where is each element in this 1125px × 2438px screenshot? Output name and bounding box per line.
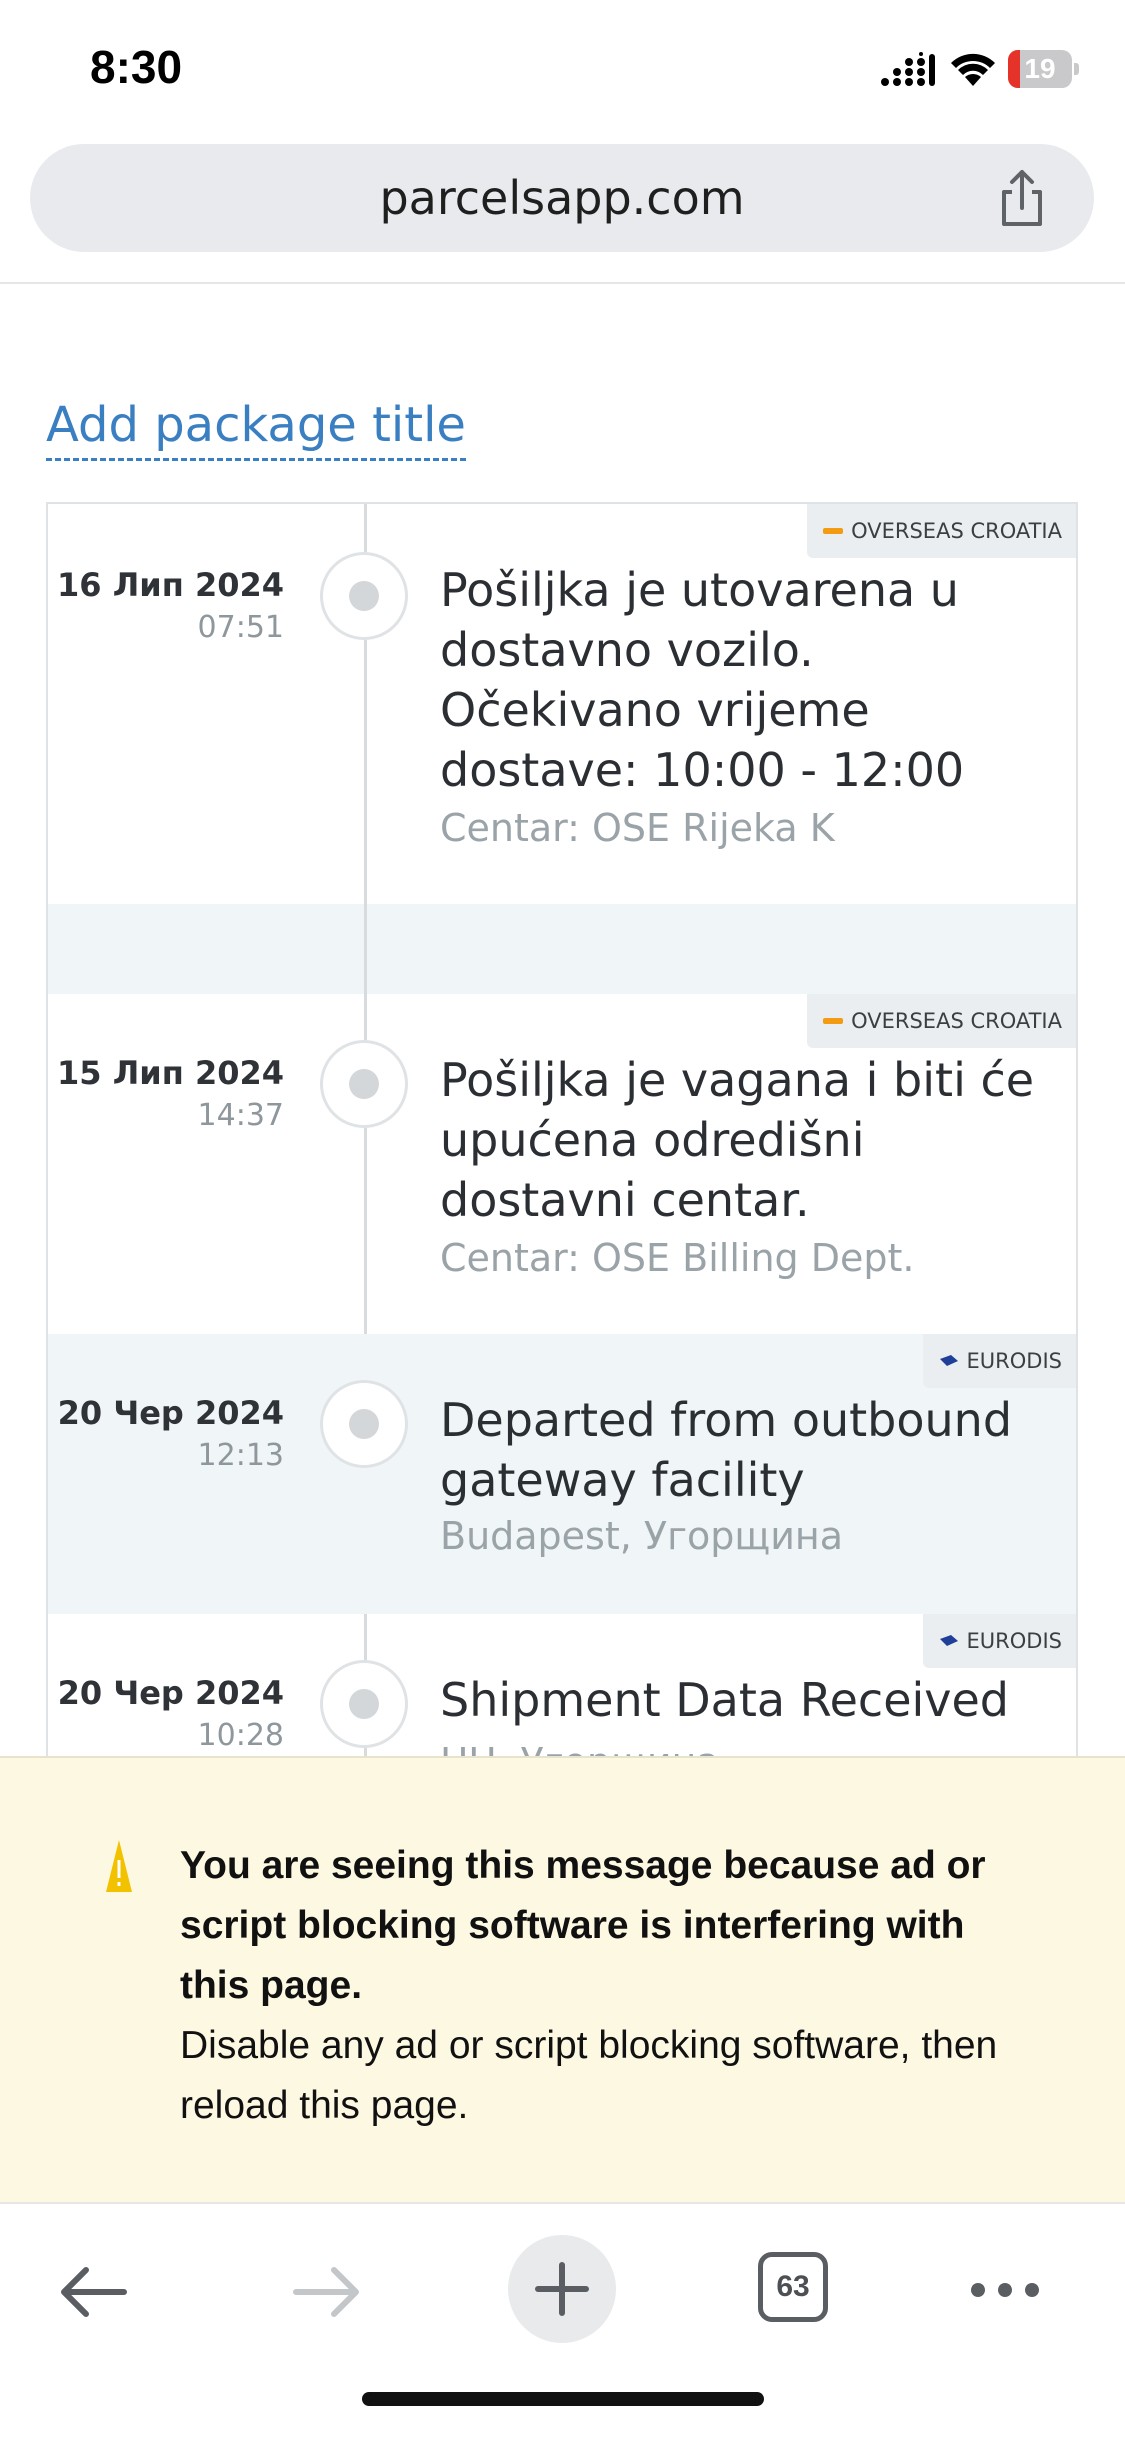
event-date: 20 Чер 2024 xyxy=(57,1394,284,1432)
overseas-logo-icon xyxy=(823,528,844,534)
carrier-badge: OVERSEAS CROATIA xyxy=(807,994,1076,1048)
divider xyxy=(0,282,1125,284)
event-location: Centar: OSE Billing Dept. xyxy=(440,1236,915,1280)
home-indicator[interactable] xyxy=(362,2392,764,2406)
tracking-event: OVERSEAS CROATIA 15 Лип 2024 14:37 Pošil… xyxy=(48,994,1076,1334)
tracking-timeline: OVERSEAS CROATIA 16 Лип 2024 07:51 Pošil… xyxy=(46,502,1078,1762)
timeline-dot-icon xyxy=(320,1380,408,1468)
carrier-name: EURODIS xyxy=(966,1629,1062,1653)
event-description: Pošiljka je vagana i biti će upućena odr… xyxy=(440,1053,1035,1227)
adblock-instructions: Disable any ad or script blocking softwa… xyxy=(180,2024,998,2127)
tracking-event: OVERSEAS CROATIA 16 Лип 2024 07:51 Pošil… xyxy=(48,504,1076,904)
carrier-badge: EURODIS xyxy=(922,1334,1076,1388)
eurodis-logo-icon xyxy=(939,1635,958,1646)
eurodis-logo-icon xyxy=(939,1355,958,1366)
event-description: Pošiljka je utovarena u dostavno vozilo.… xyxy=(440,563,965,797)
address-bar[interactable]: parcelsapp.com xyxy=(30,144,1094,252)
carrier-name: EURODIS xyxy=(966,1349,1062,1373)
add-package-title-link[interactable]: Add package title xyxy=(46,396,466,461)
plus-icon xyxy=(535,2262,589,2316)
event-location: Budapest, Угорщина xyxy=(440,1514,844,1558)
share-icon[interactable] xyxy=(992,168,1052,228)
timeline-dot-icon xyxy=(320,1660,408,1748)
overseas-logo-icon xyxy=(823,1018,844,1024)
carrier-badge: OVERSEAS CROATIA xyxy=(807,504,1076,558)
event-time: 14:37 xyxy=(197,1098,284,1133)
event-time: 12:13 xyxy=(197,1438,284,1473)
event-description: Departed from outbound gateway facility xyxy=(440,1393,1013,1507)
warning-icon xyxy=(106,1840,132,1892)
signal-icon xyxy=(881,52,935,86)
new-tab-button[interactable] xyxy=(508,2235,616,2343)
event-date: 16 Лип 2024 xyxy=(57,566,284,604)
timeline-dot-icon xyxy=(320,552,408,640)
event-time: 07:51 xyxy=(197,610,284,645)
back-arrow-icon[interactable] xyxy=(58,2264,128,2320)
tracking-event: EURODIS 20 Чер 2024 12:13 Departed from … xyxy=(48,1334,1076,1614)
event-description: Shipment Data Received xyxy=(440,1673,1010,1727)
battery-icon: 19 xyxy=(1008,50,1079,88)
event-location: Centar: OSE Rijeka K xyxy=(440,806,835,850)
status-time: 8:30 xyxy=(90,41,183,93)
tracking-event: EURODIS 20 Чер 2024 10:28 Shipment Data … xyxy=(48,1614,1076,1762)
battery-label: 19 xyxy=(1024,53,1056,84)
timeline-spacer xyxy=(48,904,1076,994)
event-date: 20 Чер 2024 xyxy=(57,1674,284,1712)
adblock-heading: You are seeing this message because ad o… xyxy=(180,1844,986,2007)
event-date: 15 Лип 2024 xyxy=(57,1054,284,1092)
status-bar: 8:30 19 xyxy=(0,0,1125,140)
event-time: 10:28 xyxy=(197,1718,284,1753)
wifi-icon xyxy=(951,53,995,86)
carrier-badge: EURODIS xyxy=(922,1614,1076,1668)
forward-arrow-icon[interactable] xyxy=(292,2264,362,2320)
timeline-dot-icon xyxy=(320,1040,408,1128)
url-text[interactable]: parcelsapp.com xyxy=(30,144,1094,252)
more-icon[interactable] xyxy=(970,2282,1040,2298)
carrier-name: OVERSEAS CROATIA xyxy=(851,519,1062,543)
carrier-name: OVERSEAS CROATIA xyxy=(851,1009,1062,1033)
tab-count-button[interactable]: 63 xyxy=(758,2252,828,2322)
adblock-notice: You are seeing this message because ad o… xyxy=(0,1756,1125,2204)
